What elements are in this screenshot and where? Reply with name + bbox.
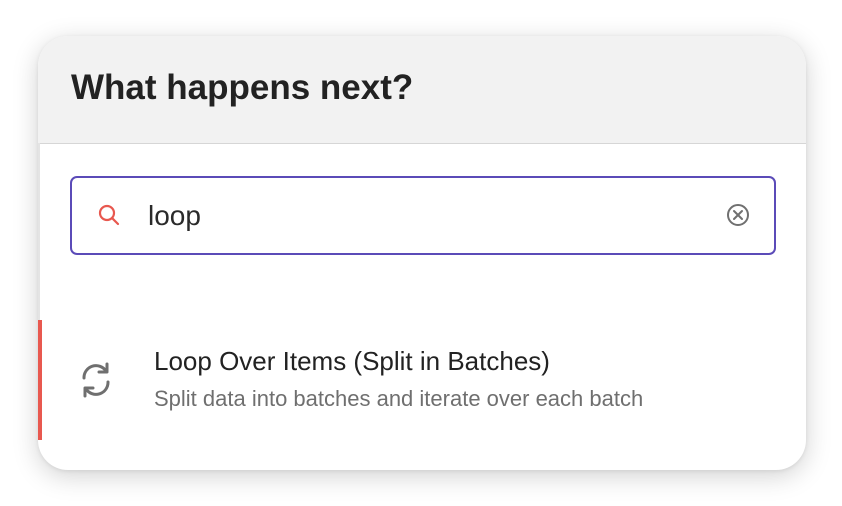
search-icon [97, 203, 121, 227]
refresh-loop-icon [76, 360, 116, 400]
result-title: Loop Over Items (Split in Batches) [154, 346, 550, 376]
search-input[interactable]: loop [70, 176, 776, 255]
panel-header: What happens next? [38, 36, 806, 144]
clear-circle-icon[interactable] [725, 202, 751, 228]
result-description: Split data into batches and iterate over… [154, 386, 644, 411]
search-value[interactable]: loop [148, 200, 201, 232]
result-item-loop-over-items[interactable]: Loop Over Items (Split in Batches) Split… [38, 320, 806, 440]
panel-left-edge [38, 143, 40, 320]
panel-title: What happens next? [71, 68, 414, 107]
next-node-panel: What happens next? loop Loop Over Items … [38, 36, 806, 470]
selected-accent-bar [38, 320, 42, 440]
